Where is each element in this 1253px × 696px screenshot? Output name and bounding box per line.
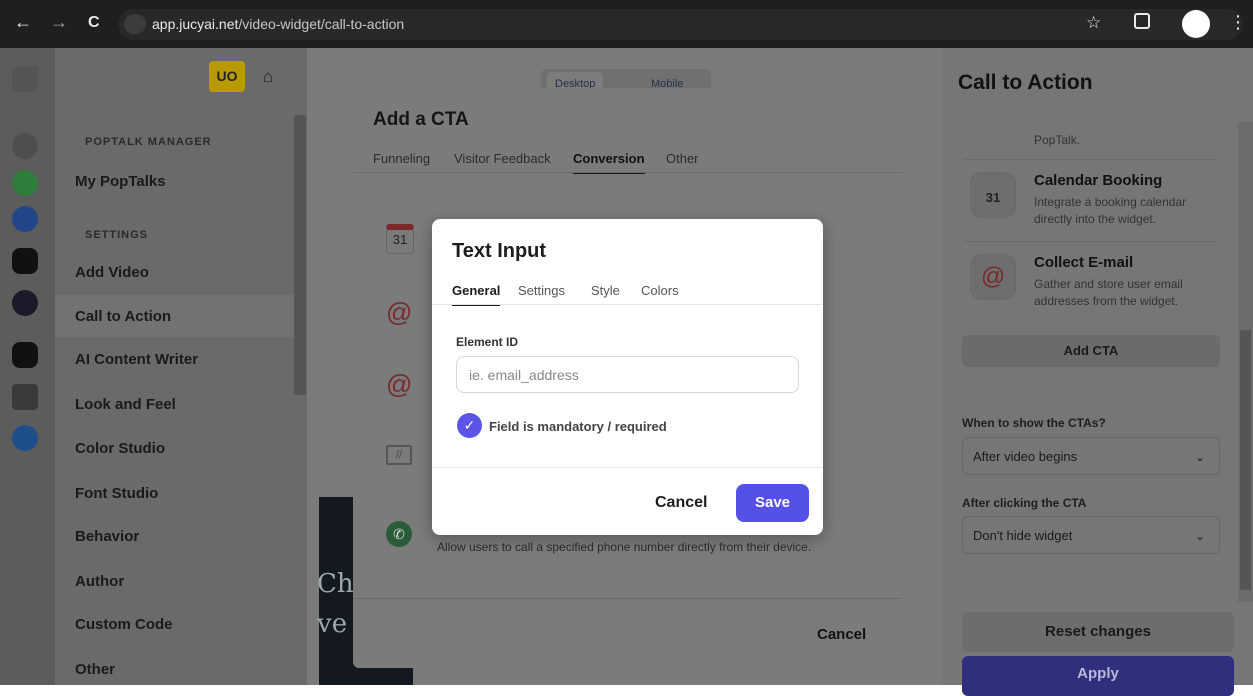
url-text: app.jucyai.net/video-widget/call-to-acti… — [152, 16, 405, 32]
site-info-icon[interactable] — [124, 14, 146, 34]
extensions-icon[interactable] — [1134, 13, 1150, 29]
profile-avatar-icon[interactable] — [1182, 10, 1210, 38]
after-clicking-select[interactable]: Don't hide widget ⌄ — [962, 516, 1220, 554]
tab-visitor-feedback[interactable]: Visitor Feedback — [454, 151, 551, 166]
back-icon[interactable]: ← — [14, 12, 32, 33]
right-panel-scrollbar[interactable] — [1240, 330, 1251, 590]
sidebar-item-author[interactable]: Author — [75, 573, 124, 590]
browser-toolbar: ← → C app.jucyai.net/video-widget/call-t… — [0, 0, 1253, 48]
sidebar-item-behavior[interactable]: Behavior — [75, 528, 139, 545]
sidebar-item-call-to-action[interactable]: Call to Action — [75, 308, 171, 325]
cta-card-partial[interactable]: PopTalk. — [964, 112, 1218, 160]
sidebar-heading-settings: SETTINGS — [85, 229, 149, 241]
modal-footer-divider — [353, 598, 902, 599]
after-clicking-label: After clicking the CTA — [962, 496, 1087, 510]
sidebar-heading-poptalk-manager: POPTALK MANAGER — [85, 136, 212, 148]
tab-style[interactable]: Style — [591, 283, 620, 298]
forward-icon[interactable]: → — [50, 12, 68, 33]
calendar-icon: 31 — [386, 224, 414, 254]
right-panel-title: Call to Action — [958, 71, 1093, 94]
save-button[interactable]: Save — [736, 484, 809, 522]
dialog-tab-divider — [432, 304, 823, 305]
calendar-icon: 31 — [970, 172, 1016, 218]
phone-icon: ✆ — [386, 521, 412, 547]
sidebar-item-add-video[interactable]: Add Video — [75, 264, 149, 281]
mandatory-label: Field is mandatory / required — [489, 419, 667, 434]
sidebar-item-ai-content-writer[interactable]: AI Content Writer — [75, 351, 198, 368]
logo-icon — [12, 66, 38, 92]
sidebar-item-look-and-feel[interactable]: Look and Feel — [75, 396, 176, 413]
tab-settings[interactable]: Settings — [518, 283, 565, 298]
star-icon[interactable]: ☆ — [1086, 13, 1101, 33]
element-id-input[interactable] — [456, 356, 799, 393]
tab-divider — [353, 172, 902, 173]
tab-funneling[interactable]: Funneling — [373, 151, 430, 166]
tab-general[interactable]: General — [452, 283, 501, 306]
dialog-footer-divider — [432, 467, 823, 468]
text-input-icon: // — [386, 445, 412, 465]
sidebar-item-custom-code[interactable]: Custom Code — [75, 616, 173, 633]
when-to-show-label: When to show the CTAs? — [962, 416, 1106, 430]
poptalk-avatar-icon[interactable] — [12, 133, 38, 159]
phone-cta-description: Allow users to call a specified phone nu… — [437, 540, 812, 554]
at-icon: @ — [386, 369, 413, 399]
when-to-show-select[interactable]: After video begins ⌄ — [962, 437, 1220, 475]
apply-button[interactable]: Apply — [962, 656, 1234, 696]
chevron-down-icon: ⌄ — [1194, 529, 1205, 543]
cancel-button[interactable]: Cancel — [655, 494, 707, 512]
element-id-label: Element ID — [456, 335, 519, 349]
menu-kebab-icon[interactable]: ⋮ — [1229, 12, 1247, 33]
tab-conversion[interactable]: Conversion — [573, 151, 645, 174]
cta-card-calendar-booking[interactable]: 31 Calendar Booking Integrate a booking … — [964, 162, 1218, 242]
sidebar-item-font-studio[interactable]: Font Studio — [75, 485, 158, 502]
left-rail — [0, 48, 55, 685]
tab-other[interactable]: Other — [666, 151, 699, 166]
user-app-icon[interactable] — [12, 248, 38, 274]
mascot-icon[interactable] — [12, 384, 38, 410]
dialog-title: Text Input — [452, 240, 547, 262]
chevron-down-icon: ⌄ — [1194, 450, 1205, 464]
dollar-icon[interactable] — [12, 425, 38, 451]
user-initials-badge[interactable]: UO — [209, 61, 245, 92]
sidebar-scrollbar[interactable] — [294, 115, 306, 395]
sidebar-item-other[interactable]: Other — [75, 661, 115, 678]
square-app-icon[interactable] — [12, 342, 38, 368]
sparkle-app-icon[interactable] — [12, 290, 38, 316]
whatsapp-icon[interactable] — [12, 170, 38, 196]
sidebar-item-color-studio[interactable]: Color Studio — [75, 440, 165, 457]
tab-colors[interactable]: Colors — [641, 283, 679, 298]
home-icon[interactable]: ⌂ — [263, 67, 273, 87]
add-cta-button[interactable]: Add CTA — [962, 335, 1220, 367]
sidebar-item-my-poptalks[interactable]: My PopTalks — [75, 173, 166, 190]
at-icon: @ — [970, 254, 1016, 300]
cta-card-collect-email[interactable]: @ Collect E-mail Gather and store user e… — [964, 244, 1218, 324]
reload-icon[interactable]: C — [88, 14, 100, 32]
cta-cancel-button[interactable]: Cancel — [817, 626, 866, 643]
reset-changes-button[interactable]: Reset changes — [962, 612, 1234, 652]
mandatory-checkbox[interactable]: ✓ — [457, 413, 482, 438]
at-icon: @ — [386, 297, 413, 327]
facebook-icon[interactable] — [12, 206, 38, 232]
add-cta-title: Add a CTA — [373, 109, 469, 130]
